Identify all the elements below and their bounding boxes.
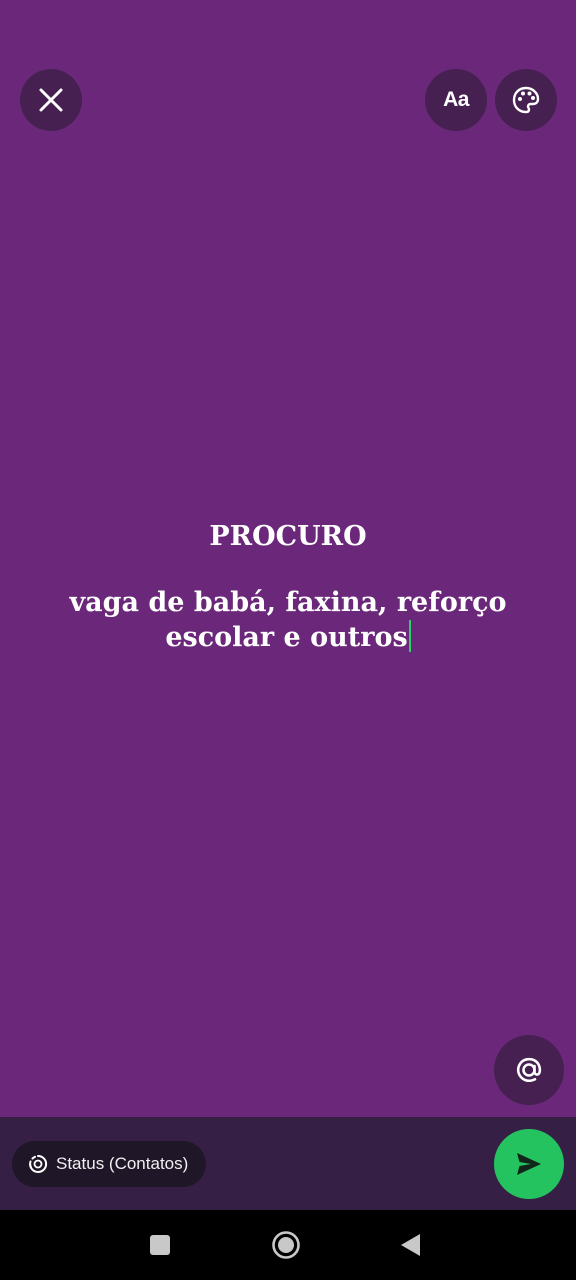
status-text-line-2: vaga de babá, faxina, reforço: [69, 587, 507, 618]
font-button-label: Aa: [443, 88, 469, 111]
status-icon: [28, 1154, 48, 1174]
status-text-line-1: PROCURO: [209, 521, 367, 552]
background-color-button[interactable]: [495, 69, 557, 131]
circle-icon: [271, 1230, 301, 1260]
system-navigation-bar: [0, 1210, 576, 1280]
bottom-bar: Status (Contatos): [0, 1117, 576, 1210]
send-icon: [514, 1149, 544, 1179]
back-button[interactable]: [371, 1210, 451, 1280]
home-button[interactable]: [246, 1210, 326, 1280]
square-icon: [149, 1234, 171, 1256]
close-icon: [38, 87, 64, 113]
at-sign-icon: [513, 1054, 545, 1086]
font-style-button[interactable]: Aa: [425, 69, 487, 131]
palette-icon: [511, 85, 541, 115]
close-button[interactable]: [20, 69, 82, 131]
mention-button[interactable]: [494, 1035, 564, 1105]
triangle-back-icon: [400, 1233, 422, 1257]
status-privacy-button[interactable]: Status (Contatos): [12, 1141, 207, 1187]
status-text-editor[interactable]: PROCURO vaga de babá, faxina, reforço es…: [40, 520, 536, 655]
text-cursor: [408, 620, 411, 652]
status-text-line-3: escolar e outros: [165, 622, 408, 653]
status-text-line-3-wrapper: escolar e outros: [40, 620, 536, 655]
send-button[interactable]: [494, 1129, 564, 1199]
status-privacy-label: Status (Contatos): [56, 1154, 189, 1173]
recents-button[interactable]: [120, 1210, 200, 1280]
